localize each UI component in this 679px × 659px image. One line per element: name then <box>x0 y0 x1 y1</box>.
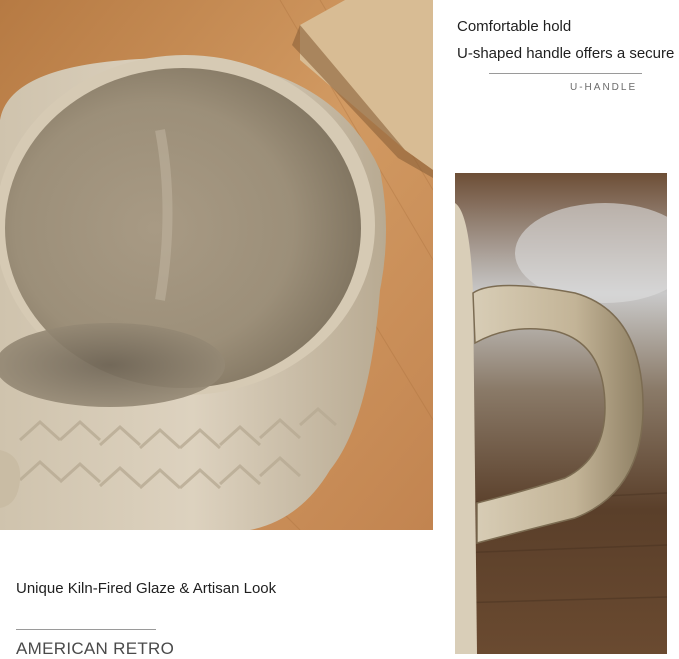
handle-illustration <box>455 173 667 654</box>
subline: U-shaped handle offers a secure <box>457 45 675 62</box>
caption: Unique Kiln-Fired Glaze & Artisan Look <box>16 580 277 597</box>
divider-top <box>489 73 642 74</box>
bowl-bottom <box>0 323 225 407</box>
section-label-top: U-HANDLE <box>570 82 638 93</box>
divider-bottom <box>16 629 156 630</box>
headline: Comfortable hold <box>457 18 572 35</box>
section-label-bottom: AMERICAN RETRO <box>16 639 175 658</box>
product-photo-handle <box>455 173 667 654</box>
bowl-illustration <box>0 0 433 530</box>
product-photo-bowl <box>0 0 433 530</box>
